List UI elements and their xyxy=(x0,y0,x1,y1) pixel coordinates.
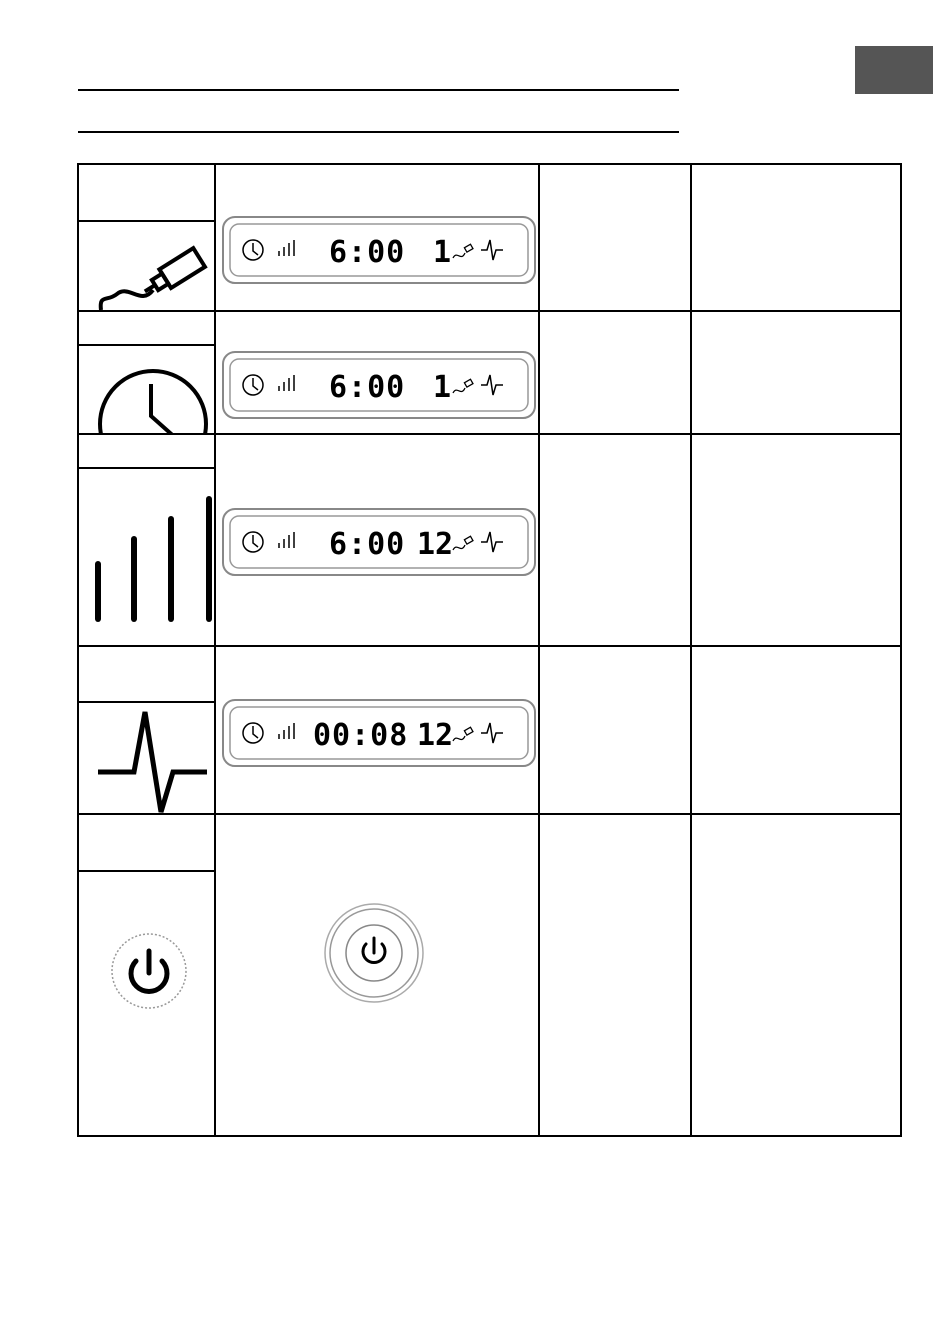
power-button-icon xyxy=(111,933,187,1009)
timer-readout: 6:00 xyxy=(329,235,405,270)
lcd-display-3: 6:00 12 xyxy=(222,508,536,576)
power-button xyxy=(324,903,424,1003)
lcd-display-2: 6:00 1 xyxy=(222,351,536,419)
heading-rule-bottom xyxy=(78,131,679,133)
intensity-readout: 12 xyxy=(417,527,453,562)
pulse-wave-icon xyxy=(98,711,207,813)
intensity-readout: 1 xyxy=(433,235,451,270)
intensity-readout: 12 xyxy=(417,718,453,753)
timer-readout: 6:00 xyxy=(329,370,405,405)
function-table: 6:00 1 6:00 1 6:00 12 00:08 12 xyxy=(77,163,902,1137)
clock-icon xyxy=(98,369,208,433)
heading-rule-top xyxy=(78,89,679,91)
lcd-display-4: 00:08 12 xyxy=(222,699,536,767)
signal-bars-icon xyxy=(95,496,212,622)
intensity-readout: 1 xyxy=(433,370,451,405)
timer-readout: 6:00 xyxy=(329,527,405,562)
lcd-display-1: 6:00 1 xyxy=(222,216,536,284)
timer-readout: 00:08 xyxy=(313,718,408,753)
page-tab-marker xyxy=(855,46,933,94)
pen-icon xyxy=(98,245,208,310)
